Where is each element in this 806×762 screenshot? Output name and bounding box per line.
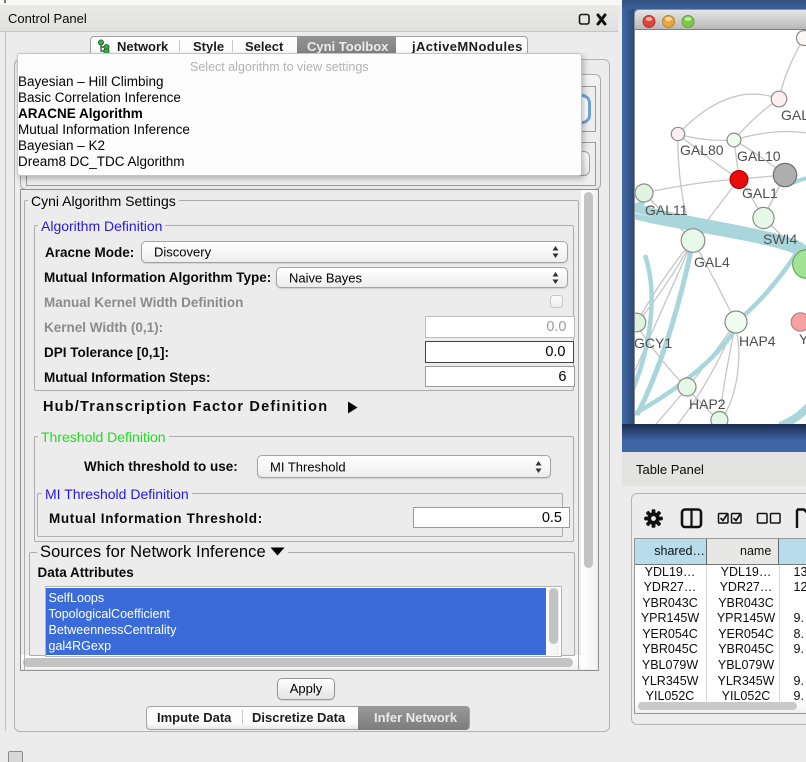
svg-text:Y: Y <box>799 331 806 347</box>
svg-text:GAL4: GAL4 <box>694 254 730 270</box>
svg-text:HAP4: HAP4 <box>739 333 776 349</box>
svg-text:SWI4: SWI4 <box>763 231 797 247</box>
svg-text:GAL80: GAL80 <box>680 142 724 158</box>
svg-text:GAL: GAL <box>781 107 806 123</box>
svg-text:GAL10: GAL10 <box>737 148 781 164</box>
svg-text:HAP2: HAP2 <box>689 396 726 412</box>
svg-text:GAL1: GAL1 <box>742 185 778 201</box>
svg-text:GCY1: GCY1 <box>635 335 672 351</box>
svg-text:GAL11: GAL11 <box>645 202 688 218</box>
